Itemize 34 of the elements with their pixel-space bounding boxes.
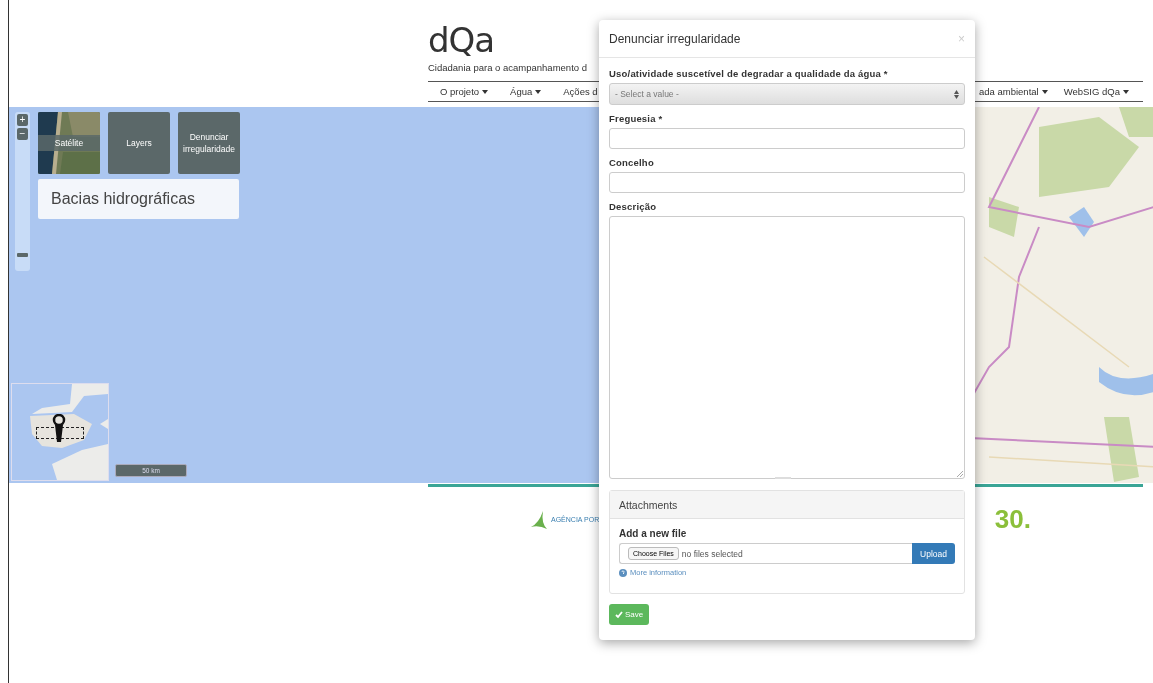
- upload-button[interactable]: Upload: [912, 543, 955, 564]
- modal-title: Denunciar irregularidade: [609, 31, 741, 46]
- panel-heading: Attachments: [610, 491, 964, 519]
- layer-button[interactable]: Denunciar irregularidade: [178, 112, 240, 174]
- field-label: Freguesia *: [609, 113, 664, 124]
- zoom-slider-thumb[interactable]: [17, 252, 28, 257]
- field-label: Uso/atividade suscetível de degradar a qualidade da água *: [609, 68, 889, 79]
- nav-menu-item[interactable]: Água: [498, 86, 552, 97]
- help-icon: [619, 568, 627, 577]
- resize-handle-icon: [957, 471, 963, 477]
- select-field[interactable]: - Select a value -: [609, 83, 965, 105]
- field-label: Add a new file: [619, 528, 688, 539]
- field-label: Concelho: [609, 157, 655, 168]
- text-area[interactable]: [609, 216, 965, 479]
- file-status: no files selected: [681, 548, 743, 559]
- zoom-in-button[interactable]: +: [17, 114, 28, 126]
- layer-button[interactable]: Layers: [108, 112, 170, 174]
- logo: dQa: [428, 22, 495, 58]
- text-field[interactable]: [609, 128, 965, 149]
- check-icon: [615, 610, 623, 619]
- text-field[interactable]: [609, 172, 965, 193]
- tagline: Cidadania para o acampanhamento d: [428, 62, 587, 73]
- leaf-logo-icon: [531, 510, 549, 529]
- updown-arrows-icon: [954, 89, 959, 99]
- layer-button[interactable]: Satélite: [38, 112, 100, 174]
- location-pin-icon: [52, 414, 66, 442]
- nav-menu-item[interactable]: WebSIG dQa: [1055, 86, 1137, 97]
- logo-text: 30.: [994, 504, 1031, 535]
- nav-menu-item[interactable]: O projeto: [428, 86, 499, 97]
- nav-menu-item[interactable]: ada ambiental: [971, 86, 1056, 97]
- zoom-out-button[interactable]: −: [17, 128, 28, 140]
- field-label: Descrição: [609, 201, 658, 212]
- layer-panel-title: Bacias hidrográficas: [38, 179, 239, 219]
- zoom-control[interactable]: + −: [15, 112, 30, 271]
